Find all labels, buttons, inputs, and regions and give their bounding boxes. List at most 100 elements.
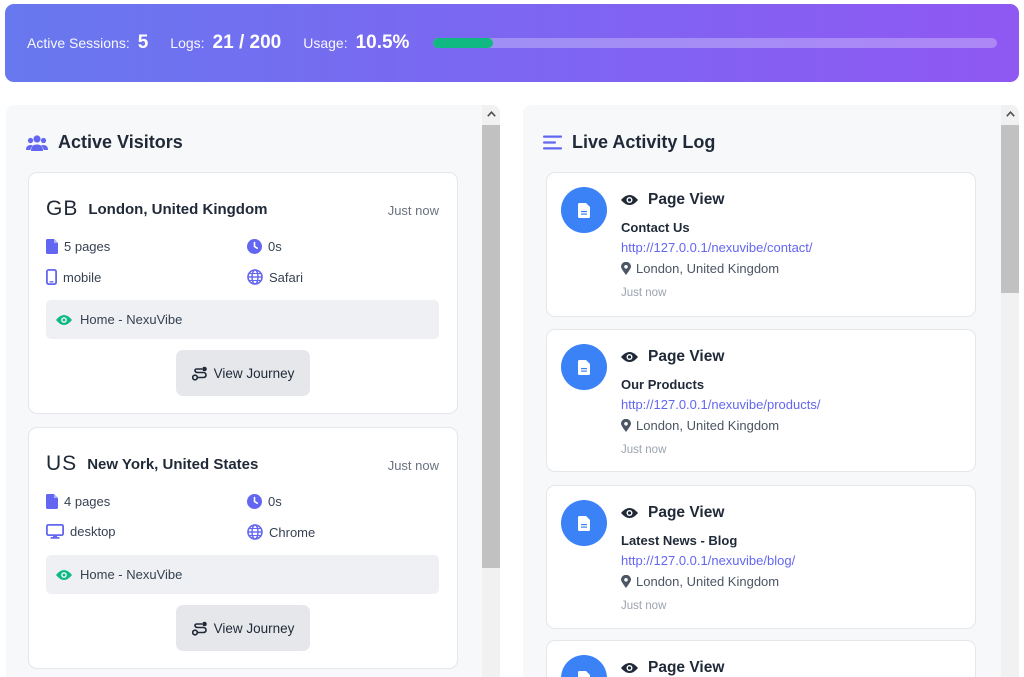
- activity-url-link[interactable]: http://127.0.0.1/nexuvibe/products/: [621, 397, 820, 412]
- stat-usage: Usage: 10.5%: [303, 32, 409, 54]
- stat-value: 10.5%: [355, 32, 410, 53]
- country-flag: US: [46, 452, 78, 475]
- map-marker-icon: [621, 262, 631, 275]
- clock-icon: [247, 239, 262, 254]
- activity-item: Page View Our Products http://127.0.0.1/…: [546, 329, 976, 472]
- current-page-title: Home - NexuVibe: [80, 312, 183, 327]
- activity-type-label: Page View: [648, 504, 725, 521]
- stat-active-sessions: Active Sessions: 5: [27, 32, 148, 54]
- visitor-duration: 0s: [247, 494, 282, 509]
- active-visitors-title: Active Visitors: [58, 132, 183, 152]
- eye-icon: [621, 663, 638, 673]
- activity-time: Just now: [621, 287, 667, 299]
- activity-page-title: Latest News - Blog: [621, 533, 738, 548]
- usage-progress-fill: [433, 38, 493, 48]
- mobile-icon: [46, 269, 57, 285]
- route-icon: [191, 366, 207, 381]
- activity-location-text: London, United Kingdom: [636, 418, 780, 433]
- file-icon: [46, 494, 58, 509]
- visitor-browser: Chrome: [247, 524, 315, 540]
- device-type: mobile: [63, 269, 102, 285]
- visitors-scrollbar[interactable]: [482, 105, 500, 677]
- visitor-device: desktop: [46, 524, 116, 539]
- eye-icon: [56, 314, 72, 325]
- current-page: Home - NexuVibe: [46, 555, 439, 594]
- activity-time: Just now: [621, 444, 667, 456]
- stats-bar: Active Sessions: 5 Logs: 21 / 200 Usage:…: [5, 4, 1019, 82]
- stat-value: 5: [137, 32, 149, 53]
- view-journey-button[interactable]: View Journey: [176, 350, 310, 396]
- pages-count: 4 pages: [64, 494, 111, 509]
- visitor-pages: 5 pages: [46, 239, 110, 254]
- scrollbar-thumb[interactable]: [1001, 125, 1019, 293]
- activity-url-link[interactable]: http://127.0.0.1/nexuvibe/blog/: [621, 553, 795, 568]
- desktop-icon: [46, 524, 64, 539]
- visitor-header: US New York, United States: [46, 452, 258, 476]
- visitor-card: GB London, United Kingdom Just now 5 pag…: [28, 172, 458, 414]
- visitor-time: Just now: [387, 203, 439, 218]
- stat-label: Active Sessions:: [27, 35, 130, 51]
- globe-icon: [247, 524, 263, 540]
- scroll-up-arrow-icon[interactable]: [482, 107, 500, 121]
- activity-page-title: Contact Us: [621, 220, 690, 235]
- view-journey-label: View Journey: [213, 620, 295, 636]
- stat-value: 21 / 200: [212, 32, 282, 53]
- visitor-location: New York, United States: [87, 455, 259, 473]
- route-icon: [191, 621, 207, 636]
- pages-count: 5 pages: [64, 239, 111, 254]
- page-file-icon: [561, 187, 607, 233]
- file-icon: [46, 239, 58, 254]
- map-marker-icon: [621, 575, 631, 588]
- visitor-location: London, United Kingdom: [88, 200, 268, 218]
- activity-item: Page View: [546, 640, 976, 677]
- activity-item: Page View Contact Us http://127.0.0.1/ne…: [546, 172, 976, 317]
- activity-url-link[interactable]: http://127.0.0.1/nexuvibe/contact/: [621, 240, 813, 255]
- visitor-device: mobile: [46, 269, 101, 285]
- activity-scrollbar[interactable]: [1001, 105, 1019, 677]
- page-file-icon: [561, 344, 607, 390]
- eye-icon: [621, 508, 638, 518]
- current-page-title: Home - NexuVibe: [80, 567, 183, 582]
- view-journey-label: View Journey: [213, 365, 295, 381]
- activity-time: Just now: [621, 600, 667, 612]
- browser-name: Chrome: [269, 524, 316, 540]
- activity-location: London, United Kingdom: [621, 261, 779, 276]
- usage-progress-bar: [433, 38, 997, 48]
- activity-log-panel: Live Activity Log Page View Contact Us h…: [523, 105, 1019, 677]
- visitor-pages: 4 pages: [46, 494, 110, 509]
- eye-icon: [621, 352, 638, 362]
- users-icon: [26, 134, 48, 151]
- scroll-up-arrow-icon[interactable]: [1001, 107, 1019, 121]
- activity-log-title: Live Activity Log: [572, 132, 716, 152]
- visitor-card: US New York, United States Just now 4 pa…: [28, 427, 458, 669]
- current-page: Home - NexuVibe: [46, 300, 439, 339]
- visitor-browser: Safari: [247, 269, 303, 285]
- activity-location-text: London, United Kingdom: [636, 261, 780, 276]
- eye-icon: [621, 195, 638, 205]
- active-visitors-panel: Active Visitors GB London, United Kingdo…: [6, 105, 500, 677]
- activity-location: London, United Kingdom: [621, 418, 779, 433]
- view-journey-button[interactable]: View Journey: [176, 605, 310, 651]
- stat-label: Logs:: [170, 35, 205, 51]
- visitor-header: GB London, United Kingdom: [46, 197, 267, 221]
- activity-location: London, United Kingdom: [621, 574, 779, 589]
- activity-type-label: Page View: [648, 348, 725, 365]
- visitor-duration: 0s: [247, 239, 282, 254]
- globe-icon: [247, 269, 263, 285]
- clock-icon: [247, 494, 262, 509]
- stat-label: Usage:: [303, 35, 348, 51]
- device-type: desktop: [70, 524, 116, 539]
- scrollbar-thumb[interactable]: [482, 125, 500, 568]
- activity-type: Page View: [621, 659, 724, 677]
- activity-type: Page View: [621, 504, 724, 522]
- panel-title: Live Activity Log: [543, 132, 715, 153]
- eye-icon: [56, 569, 72, 580]
- activity-type: Page View: [621, 348, 724, 366]
- stat-logs: Logs: 21 / 200: [170, 32, 281, 54]
- browser-name: Safari: [269, 269, 303, 285]
- visitor-time: Just now: [387, 458, 439, 473]
- activity-type-label: Page View: [648, 659, 725, 676]
- country-flag: GB: [46, 197, 79, 220]
- map-marker-icon: [621, 419, 631, 432]
- activity-location-text: London, United Kingdom: [636, 574, 780, 589]
